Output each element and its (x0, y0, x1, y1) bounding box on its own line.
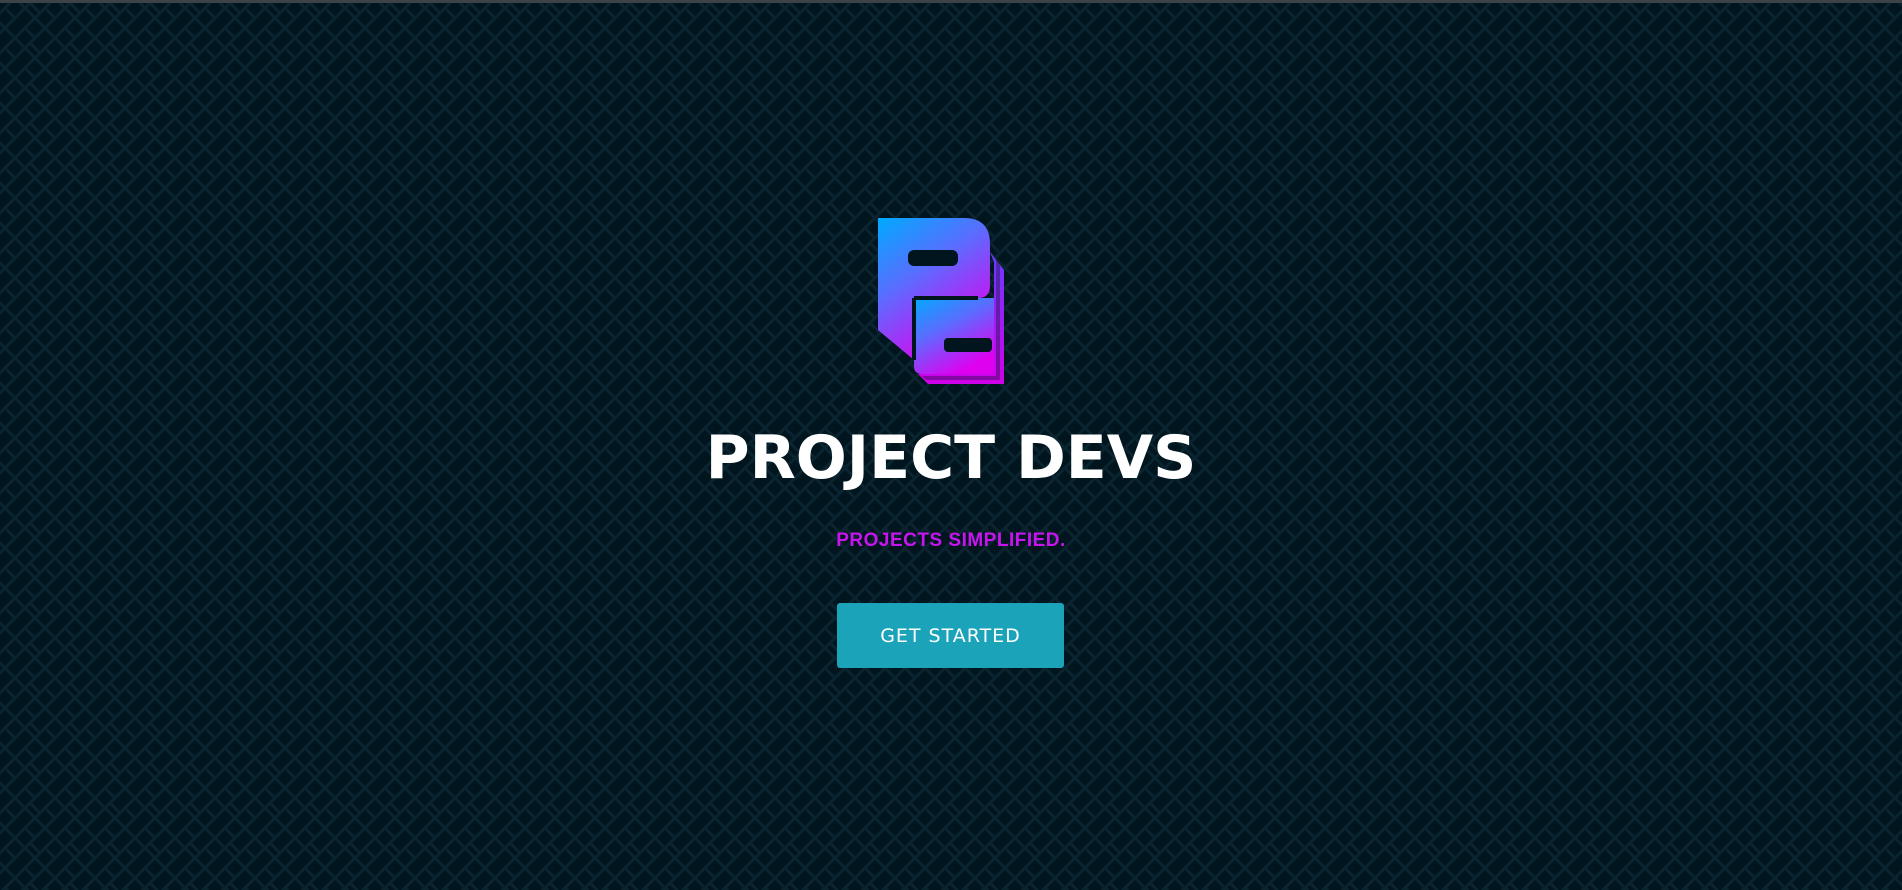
site-title: PROJECT DEVS (705, 423, 1197, 493)
get-started-button[interactable]: GET STARTED (837, 603, 1064, 668)
project-devs-logo-icon (878, 218, 1004, 384)
site-tagline: PROJECTS SIMPLIFIED. (836, 530, 1066, 551)
hero-section: PROJECT DEVS PROJECTS SIMPLIFIED. GET ST… (0, 0, 1902, 890)
